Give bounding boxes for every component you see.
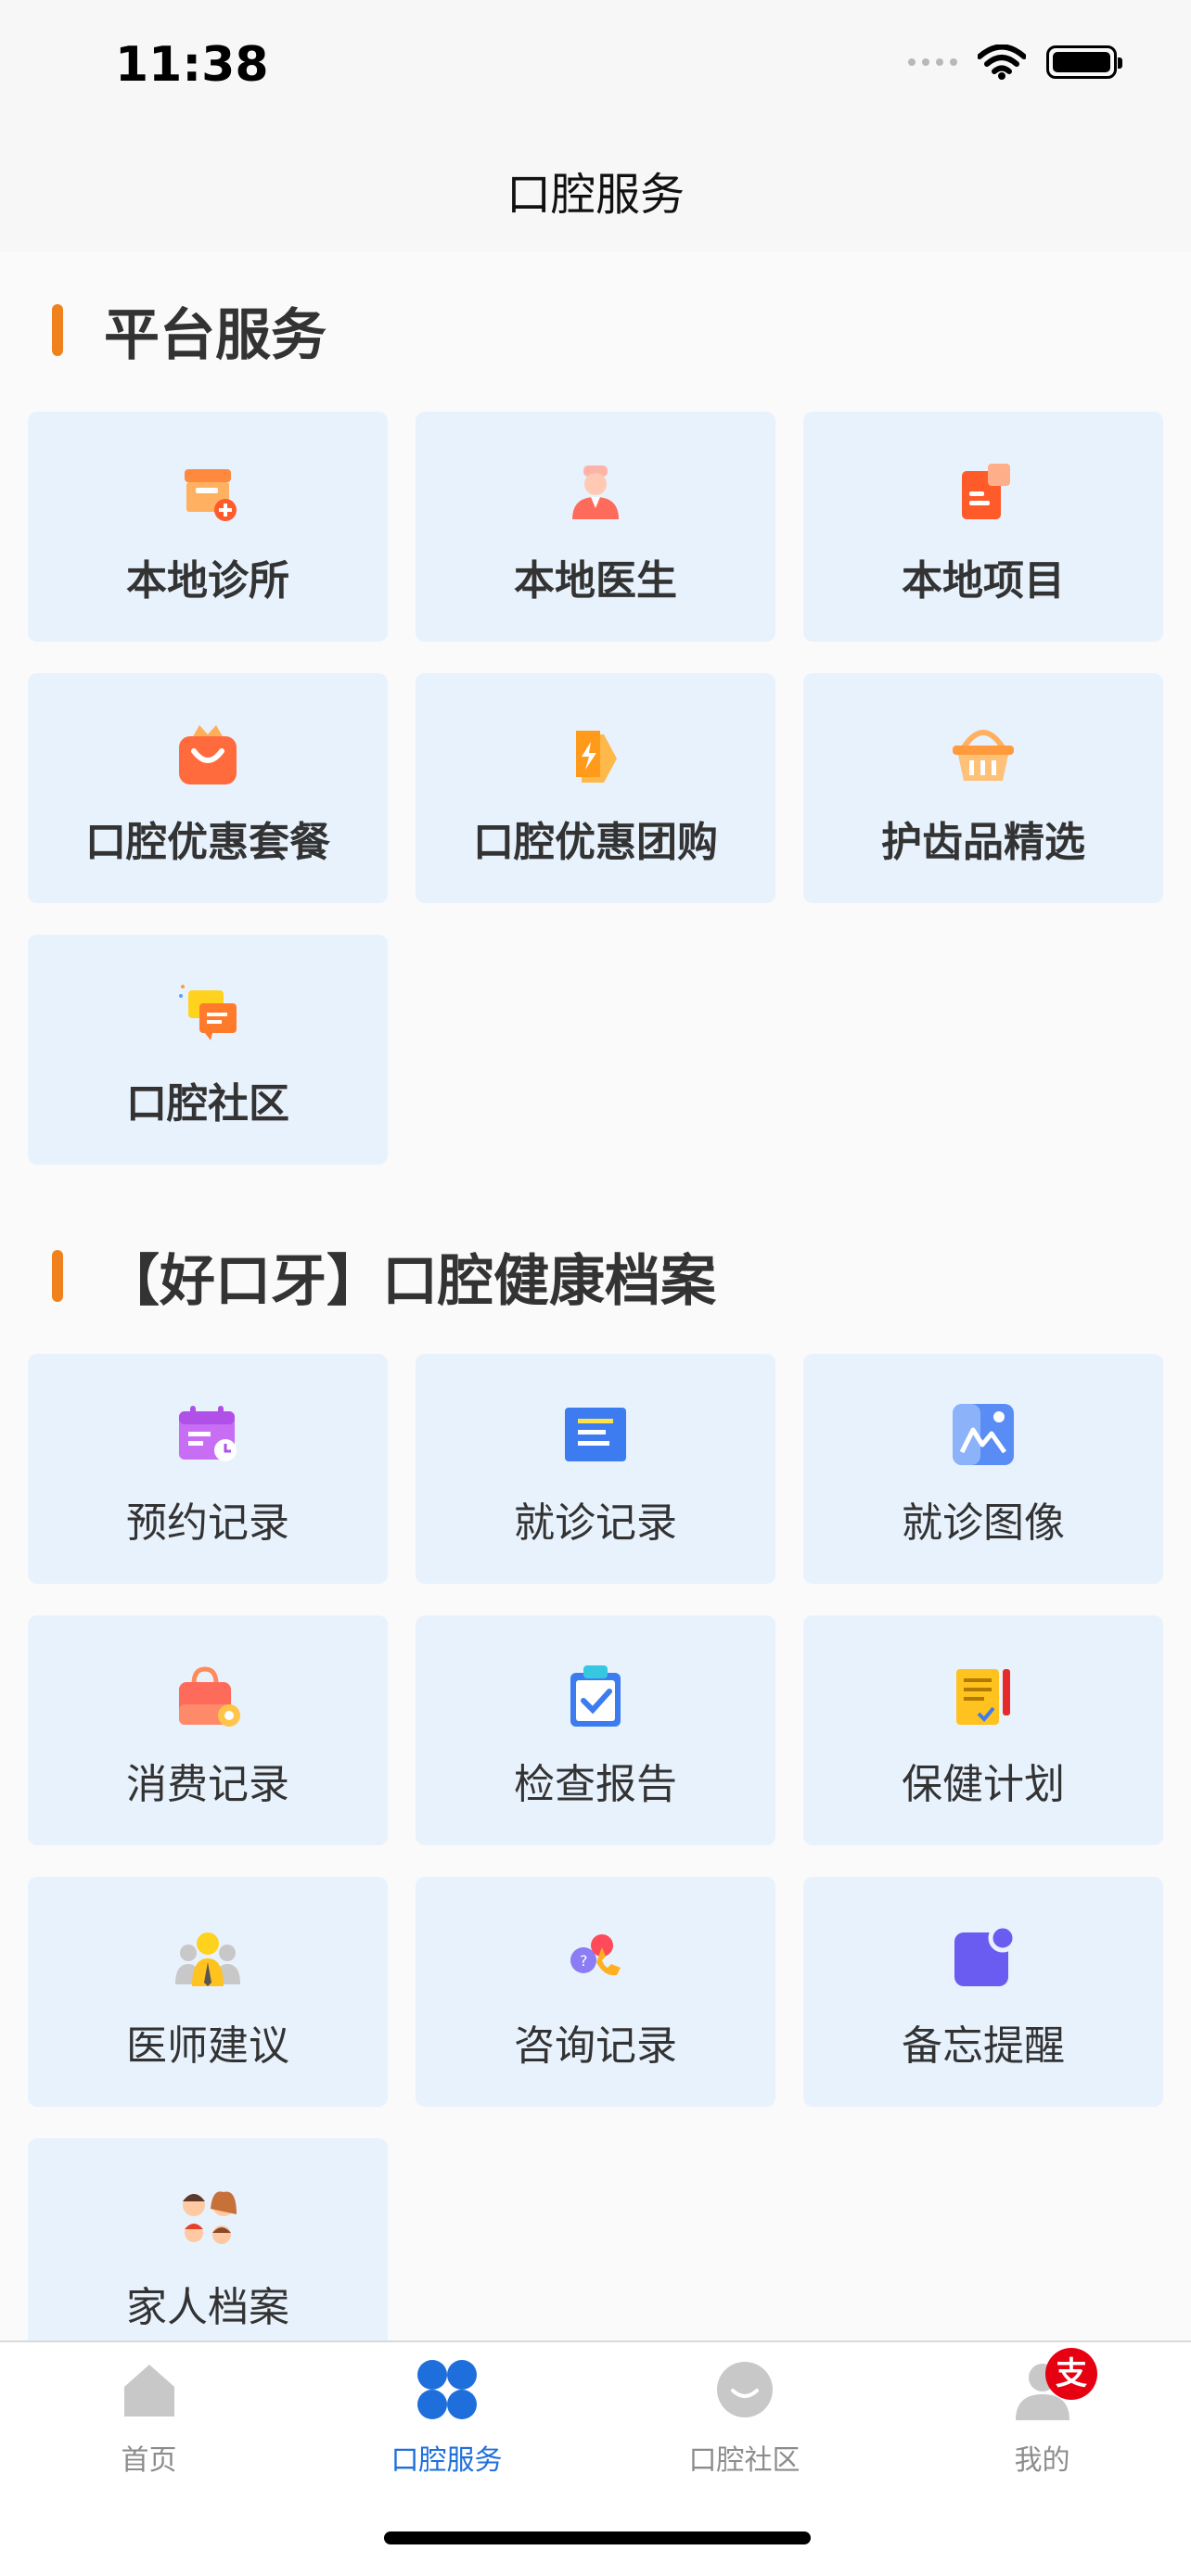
- tile-dental-products[interactable]: 护齿品精选: [803, 673, 1163, 903]
- record-card-icon: [565, 1408, 626, 1461]
- image-icon: [953, 1404, 1014, 1465]
- section-accent-bar: [52, 304, 63, 356]
- tile-label: 本地项目: [902, 557, 1065, 605]
- tile-label: 口腔社区: [126, 1080, 289, 1128]
- tile-visit-records[interactable]: 就诊记录: [416, 1354, 775, 1584]
- signal-icon: [908, 58, 957, 66]
- page-title: 口腔服务: [506, 169, 685, 221]
- tile-label: 备忘提醒: [902, 2022, 1065, 2070]
- section-header-platform: 平台服务: [52, 293, 327, 368]
- tab-mine[interactable]: 支 我的: [893, 2348, 1191, 2480]
- section-accent-bar: [52, 1250, 63, 1302]
- tile-label: 本地医生: [514, 557, 677, 605]
- tile-label: 预约记录: [126, 1499, 289, 1547]
- tile-label: 护齿品精选: [881, 819, 1085, 866]
- tile-label: 保健计划: [902, 1761, 1065, 1808]
- smile-icon: [717, 2362, 773, 2417]
- tile-label: 口腔优惠团购: [473, 819, 718, 866]
- tile-dental-package[interactable]: 口腔优惠套餐: [28, 673, 388, 903]
- status-time: 11:38: [115, 37, 269, 93]
- tile-health-plan[interactable]: 保健计划: [803, 1615, 1163, 1845]
- tile-label: 医师建议: [126, 2022, 289, 2070]
- tile-dental-community[interactable]: 口腔社区: [28, 935, 388, 1165]
- wifi-icon: [978, 45, 1026, 80]
- clinic-store-icon: [185, 469, 237, 521]
- doctor-advice-icon: [175, 1932, 240, 1986]
- tile-local-project[interactable]: 本地项目: [803, 412, 1163, 642]
- tile-label: 家人档案: [126, 2284, 289, 2331]
- home-icon: [124, 2365, 174, 2417]
- tab-home[interactable]: 首页: [0, 2359, 298, 2480]
- tile-label: 就诊记录: [514, 1499, 677, 1547]
- tab-label: 口腔社区: [688, 2444, 800, 2477]
- tile-appointment-records[interactable]: 预约记录: [28, 1354, 388, 1584]
- tile-label: 检查报告: [514, 1761, 677, 1808]
- basket-icon: [953, 730, 1014, 781]
- family-icon: [183, 2191, 237, 2244]
- four-petal-icon: [417, 2360, 477, 2419]
- chat-bubbles-icon: [179, 985, 237, 1040]
- home-indicator: [384, 2531, 811, 2544]
- tab-label: 首页: [121, 2444, 177, 2477]
- calendar-icon: [179, 1406, 237, 1461]
- tile-label: 消费记录: [126, 1761, 289, 1808]
- tab-community[interactable]: 口腔社区: [596, 2359, 893, 2480]
- service-content[interactable]: 平台服务 本地诊所 本地医生 本地项目 口腔优惠套餐 口腔优惠团购 护齿品精选 …: [0, 252, 1191, 2340]
- tile-group-buy[interactable]: 口腔优惠团购: [416, 673, 775, 903]
- status-icons: [908, 45, 1122, 80]
- tile-exam-report[interactable]: 检查报告: [416, 1615, 775, 1845]
- section-header-health-record: 【好口牙】口腔健康档案: [52, 1239, 716, 1314]
- shopping-bag-icon: [179, 725, 237, 784]
- alipay-badge: 支: [1045, 2348, 1097, 2400]
- status-bar: 11:38: [0, 0, 1191, 139]
- tab-label: 口腔服务: [391, 2444, 503, 2477]
- clipboard-check-icon: [570, 1665, 621, 1727]
- section-title: 【好口牙】口腔健康档案: [104, 1248, 716, 1314]
- tile-family-records[interactable]: 家人档案: [28, 2138, 388, 2340]
- notepad-plan-icon: [956, 1669, 1010, 1725]
- tile-consult-records[interactable]: ? 咨询记录: [416, 1877, 775, 2107]
- tile-consumption-records[interactable]: 消费记录: [28, 1615, 388, 1845]
- section-title: 平台服务: [104, 302, 327, 368]
- tile-doctor-advice[interactable]: 医师建议: [28, 1877, 388, 2107]
- tile-label: 就诊图像: [902, 1499, 1065, 1547]
- project-document-icon: [962, 464, 1010, 519]
- tile-label: 咨询记录: [514, 2022, 677, 2070]
- consult-phone-icon: ?: [570, 1934, 621, 1976]
- reminder-icon: [954, 1925, 1016, 1986]
- tile-local-doctor[interactable]: 本地医生: [416, 412, 775, 642]
- tile-local-clinic[interactable]: 本地诊所: [28, 412, 388, 642]
- tile-visit-images[interactable]: 就诊图像: [803, 1354, 1163, 1584]
- tile-label: 口腔优惠套餐: [85, 819, 330, 866]
- tab-dental-service[interactable]: 口腔服务: [298, 2359, 596, 2480]
- tile-label: 本地诊所: [126, 557, 289, 605]
- tile-memo-reminder[interactable]: 备忘提醒: [803, 1877, 1163, 2107]
- tab-label: 我的: [1014, 2444, 1070, 2477]
- lightning-tag-icon: [576, 731, 617, 783]
- handbag-coin-icon: [179, 1666, 240, 1727]
- svg-text:?: ?: [580, 1952, 588, 1970]
- doctor-icon: [572, 465, 619, 519]
- battery-icon: [1046, 45, 1122, 79]
